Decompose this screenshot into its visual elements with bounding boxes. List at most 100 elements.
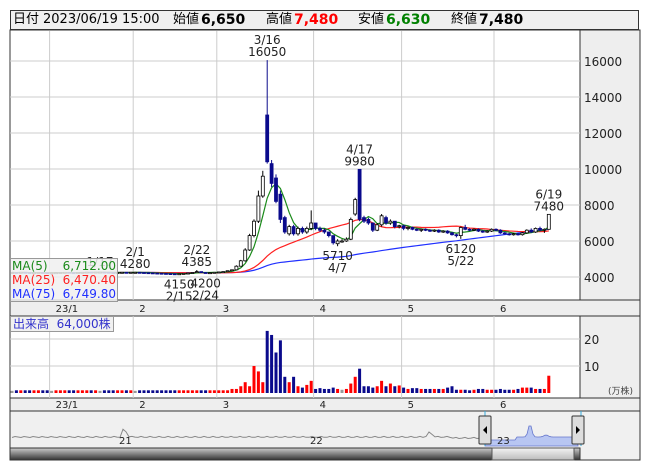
candle-body <box>476 228 481 232</box>
candle-body <box>335 240 340 245</box>
volume-bar <box>182 390 186 393</box>
close-label: 終値 <box>451 12 478 27</box>
volume-bar <box>58 390 62 393</box>
candle-body <box>340 240 344 243</box>
candle-body <box>502 232 507 235</box>
annotation-value: 4280 <box>120 257 151 271</box>
annotation-date: 5/22 <box>447 254 474 268</box>
volume-bar <box>481 388 485 393</box>
annotation-date: 2/24 <box>192 288 219 302</box>
month-tick-label: 6 <box>500 400 506 411</box>
price-tick-label: 8000 <box>584 199 615 213</box>
candle-body <box>304 227 309 233</box>
candle-body <box>450 232 454 236</box>
volume-bar <box>146 390 150 393</box>
candle-body <box>344 238 349 242</box>
month-tick-label: 3 <box>223 304 229 315</box>
candle-body <box>247 235 252 251</box>
ma5-value: 6,712.00 <box>62 259 116 273</box>
candle-body <box>428 229 432 232</box>
volume-bar <box>292 376 296 393</box>
candle-body <box>441 230 446 233</box>
volume-bar <box>41 390 45 393</box>
volume-bar <box>349 383 353 393</box>
low-label: 安値 <box>358 12 385 27</box>
candle-body <box>177 273 182 276</box>
volume-bar <box>32 390 36 393</box>
volume-unit-label: (万株) <box>608 385 633 397</box>
volume-bar <box>85 390 89 393</box>
ohlc-header: 日付 2023/06/19 15:00 始値 6,650 高値 7,480 安値… <box>10 10 639 30</box>
volume-bar <box>547 375 551 393</box>
volume-bar <box>538 388 542 393</box>
volume-bar <box>520 387 524 393</box>
candle-body <box>221 271 226 274</box>
volume-bar <box>305 384 309 393</box>
low-value: 6,630 <box>386 12 431 28</box>
candle-body <box>269 163 274 184</box>
volume-bar <box>80 390 84 393</box>
candle-body <box>392 220 397 227</box>
volume-bar <box>252 366 256 393</box>
annotation-value: 9980 <box>344 154 375 168</box>
candle-body <box>150 272 155 275</box>
volume-bar <box>419 388 423 393</box>
volume-bar <box>133 390 137 393</box>
month-tick-label: 6 <box>500 304 506 315</box>
volume-bar <box>195 390 199 393</box>
month-tick-label: 5 <box>408 304 414 315</box>
volume-bar <box>72 390 76 393</box>
navigator-scrollbar-thumb[interactable] <box>491 447 575 461</box>
annotation-value: 4385 <box>182 255 213 269</box>
candle-body <box>265 114 270 163</box>
volume-bar <box>503 389 507 393</box>
volume-bar <box>406 388 410 393</box>
ma75-label: MA(75) <box>12 287 56 301</box>
chart-frame <box>9 29 641 461</box>
ma75-value: 6,749.80 <box>62 287 116 301</box>
volume-value: 64,000株 <box>56 317 111 331</box>
volume-bar <box>50 390 54 393</box>
navigator-year-label: 22 <box>310 436 323 447</box>
candle-body <box>146 272 151 275</box>
volume-axis-panel <box>579 315 641 399</box>
candle-body <box>516 233 520 236</box>
stock-chart-widget: 4000 6000 8000 10000 12000 14000 16000 10 20 (万株)… <box>0 0 653 470</box>
candle-body <box>507 233 512 236</box>
volume-bar <box>516 388 520 393</box>
volume-bar <box>507 389 511 393</box>
volume-bar <box>173 390 177 393</box>
candle-body <box>538 227 542 231</box>
candle-body <box>296 227 300 235</box>
volume-bar <box>261 382 265 393</box>
volume-bar <box>98 390 102 393</box>
candle-body <box>366 218 371 224</box>
candle-body <box>133 271 138 274</box>
candle-body <box>397 225 402 228</box>
volume-bar <box>534 388 538 393</box>
candle-body <box>494 228 498 231</box>
volume-bar <box>270 334 274 393</box>
volume-bar <box>116 390 120 393</box>
candle-body <box>194 271 199 274</box>
candle-body <box>423 228 428 231</box>
navigator-year-label: 23 <box>497 436 510 447</box>
candle-body <box>318 227 322 231</box>
candle-body <box>410 227 415 230</box>
price-tick-label: 14000 <box>584 91 622 105</box>
volume-bar <box>410 388 414 393</box>
volume-bar <box>234 388 238 393</box>
candle-body <box>216 271 221 274</box>
volume-bar <box>45 390 49 393</box>
month-tick-label: 23/1 <box>56 304 78 315</box>
month-tick-label: 3 <box>223 400 229 411</box>
chart-canvas[interactable]: 4000 6000 8000 10000 12000 14000 16000 10 20 (万株)… <box>0 0 653 470</box>
volume-bar <box>129 390 133 393</box>
volume-bar <box>529 387 533 393</box>
volume-bar <box>450 386 454 393</box>
volume-bar <box>424 388 428 393</box>
volume-bar <box>432 388 436 393</box>
volume-bar <box>160 390 164 393</box>
open-value: 6,650 <box>201 12 246 28</box>
volume-bar <box>204 390 208 393</box>
